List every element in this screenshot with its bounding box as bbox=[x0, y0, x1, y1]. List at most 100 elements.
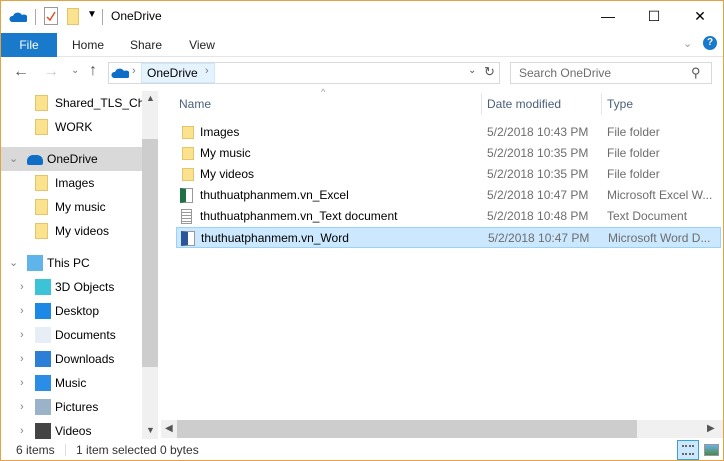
file-type: File folder bbox=[607, 125, 660, 139]
new-folder-icon[interactable] bbox=[67, 8, 79, 25]
folder-icon bbox=[35, 199, 48, 215]
tab-home[interactable]: Home bbox=[63, 33, 113, 57]
nav-item-desktop[interactable]: › Desktop bbox=[1, 299, 142, 323]
status-bar: 6 items 1 item selected 0 bytes bbox=[1, 439, 723, 461]
nav-item-label: My videos bbox=[55, 224, 110, 238]
tab-share[interactable]: Share bbox=[121, 33, 171, 57]
file-type: Microsoft Word D... bbox=[608, 231, 711, 245]
nav-item-downloads[interactable]: › Downloads bbox=[1, 347, 142, 371]
collapsed-chevron-icon[interactable]: › bbox=[20, 323, 24, 347]
folder-icon bbox=[35, 175, 48, 191]
downloads-icon bbox=[35, 351, 51, 367]
nav-item-pictures[interactable]: › Pictures bbox=[1, 395, 142, 419]
properties-icon[interactable] bbox=[44, 7, 58, 25]
nav-item-my-videos[interactable]: My videos bbox=[1, 219, 142, 243]
refresh-icon[interactable]: ↻ bbox=[484, 64, 495, 80]
large-icons-view-button[interactable] bbox=[704, 444, 719, 456]
file-row[interactable]: My videos 5/2/2018 10:35 PM File folder bbox=[176, 164, 721, 185]
nav-item-images[interactable]: Images bbox=[1, 171, 142, 195]
onedrive-icon bbox=[9, 12, 27, 22]
file-row[interactable]: thuthuatphanmem.vn_Word 5/2/2018 10:47 PM… bbox=[176, 227, 721, 248]
nav-item-videos[interactable]: › Videos bbox=[1, 419, 142, 439]
folder-file-icon bbox=[182, 168, 194, 181]
title-bar: ▼ OneDrive — ☐ ✕ bbox=[1, 1, 723, 33]
scroll-up-icon[interactable]: ▲ bbox=[146, 93, 155, 103]
breadcrumb-separator-icon: › bbox=[132, 65, 136, 77]
file-name: thuthuatphanmem.vn_Text document bbox=[200, 209, 398, 223]
tab-view[interactable]: View bbox=[179, 33, 225, 57]
onedrive-icon bbox=[27, 155, 43, 165]
collapsed-chevron-icon[interactable]: › bbox=[20, 395, 24, 419]
scrollbar-thumb[interactable] bbox=[177, 420, 637, 438]
horizontal-scrollbar[interactable]: ◀ ▶ bbox=[161, 420, 723, 438]
nav-item-documents[interactable]: › Documents bbox=[1, 323, 142, 347]
scrollbar-thumb[interactable] bbox=[142, 139, 158, 367]
up-button[interactable]: ↑ bbox=[89, 62, 97, 80]
file-name: My videos bbox=[200, 167, 255, 181]
collapsed-chevron-icon[interactable]: › bbox=[20, 347, 24, 371]
nav-item-this-pc[interactable]: ⌄ This PC bbox=[1, 251, 142, 275]
expanded-chevron-icon[interactable]: ⌄ bbox=[9, 251, 18, 275]
3d-objects-icon bbox=[35, 279, 51, 295]
scroll-right-icon[interactable]: ▶ bbox=[707, 423, 715, 434]
nav-item-music[interactable]: › Music bbox=[1, 371, 142, 395]
collapsed-chevron-icon[interactable]: › bbox=[20, 275, 24, 299]
folder-file-icon bbox=[182, 147, 194, 160]
tab-file[interactable]: File bbox=[1, 33, 57, 57]
breadcrumb-chevron-icon[interactable]: › bbox=[205, 65, 209, 77]
file-date: 5/2/2018 10:43 PM bbox=[487, 125, 589, 139]
nav-item-shared-tls-cha[interactable]: Shared_TLS_Cha bbox=[1, 91, 142, 115]
nav-item-my-music[interactable]: My music bbox=[1, 195, 142, 219]
nav-item-label: Music bbox=[55, 376, 87, 390]
file-type: Text Document bbox=[607, 209, 688, 223]
nav-item-work[interactable]: WORK bbox=[1, 115, 142, 139]
shared-folder-icon bbox=[35, 95, 48, 111]
collapsed-chevron-icon[interactable]: › bbox=[20, 299, 24, 323]
item-count: 6 items bbox=[16, 443, 55, 457]
navigation-pane: Shared_TLS_Cha WORK ⌄ OneDrive Images My musi… bbox=[1, 91, 142, 439]
nav-item-3d-objects[interactable]: › 3D Objects bbox=[1, 275, 142, 299]
file-name: Images bbox=[200, 125, 240, 139]
help-icon[interactable]: ? bbox=[703, 36, 717, 50]
selected-size: 0 bytes bbox=[160, 443, 199, 457]
breadcrumb-onedrive[interactable]: OneDrive bbox=[141, 63, 215, 83]
folder-synced-icon bbox=[35, 119, 48, 135]
customize-toolbar-chevron-icon[interactable]: ▼ bbox=[87, 9, 97, 20]
back-button[interactable]: ← bbox=[13, 63, 29, 81]
file-date: 5/2/2018 10:47 PM bbox=[488, 231, 590, 245]
file-row[interactable]: thuthuatphanmem.vn_Text document 5/2/2018… bbox=[176, 206, 721, 227]
nav-item-onedrive[interactable]: ⌄ OneDrive bbox=[1, 147, 142, 171]
recent-locations-icon[interactable]: ⌄ bbox=[71, 65, 79, 76]
pictures-icon bbox=[35, 399, 51, 415]
file-row[interactable]: thuthuatphanmem.vn_Excel 5/2/2018 10:47 P… bbox=[176, 185, 721, 206]
explorer-window: ▼ OneDrive — ☐ ✕ File Home Share View ⌄ … bbox=[0, 0, 724, 461]
file-row[interactable]: My music 5/2/2018 10:35 PM File folder bbox=[176, 143, 721, 164]
computer-icon bbox=[27, 255, 43, 271]
column-date-modified[interactable]: Date modified bbox=[487, 93, 597, 115]
maximize-button[interactable]: ☐ bbox=[631, 1, 677, 31]
address-dropdown-icon[interactable]: ⌄ bbox=[468, 65, 476, 76]
onedrive-icon bbox=[111, 68, 129, 78]
nav-item-label: OneDrive bbox=[47, 152, 98, 166]
videos-icon bbox=[35, 423, 51, 439]
nav-scrollbar[interactable]: ▲ ▼ bbox=[142, 91, 158, 439]
minimize-button[interactable]: — bbox=[585, 1, 631, 31]
collapsed-chevron-icon[interactable]: › bbox=[20, 419, 24, 439]
search-input[interactable]: Search OneDrive bbox=[510, 62, 712, 84]
expand-ribbon-icon[interactable]: ⌄ bbox=[683, 37, 692, 50]
expanded-chevron-icon[interactable]: ⌄ bbox=[9, 147, 18, 171]
scroll-down-icon[interactable]: ▼ bbox=[146, 425, 155, 435]
music-icon bbox=[35, 375, 51, 391]
column-name[interactable]: Name bbox=[179, 93, 479, 115]
nav-item-label: Images bbox=[55, 176, 95, 190]
forward-button[interactable]: → bbox=[43, 63, 59, 81]
column-type[interactable]: Type bbox=[607, 93, 717, 115]
close-button[interactable]: ✕ bbox=[677, 1, 723, 31]
desktop-icon bbox=[35, 303, 51, 319]
collapsed-chevron-icon[interactable]: › bbox=[20, 371, 24, 395]
details-view-icon bbox=[682, 445, 694, 455]
window-title: OneDrive bbox=[111, 9, 162, 23]
scroll-left-icon[interactable]: ◀ bbox=[165, 423, 173, 434]
search-icon[interactable]: ⚲ bbox=[691, 65, 701, 81]
file-row[interactable]: Images 5/2/2018 10:43 PM File folder bbox=[176, 122, 721, 143]
